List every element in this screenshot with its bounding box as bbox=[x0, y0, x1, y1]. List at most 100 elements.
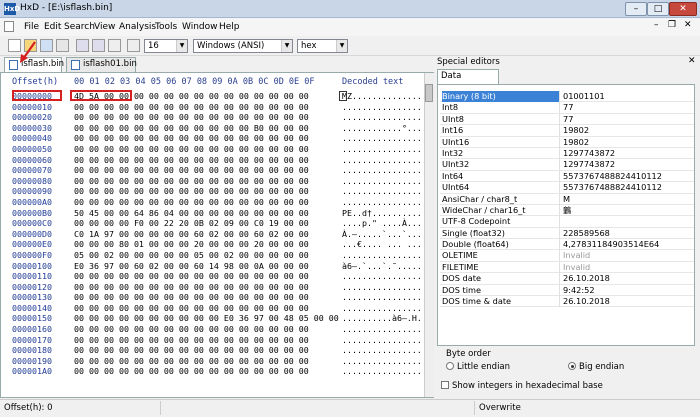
inspector-value[interactable]: 77 bbox=[563, 102, 693, 113]
row-bytes[interactable]: 00 00 00 00 00 00 00 00 00 00 00 00 00 0… bbox=[74, 176, 342, 187]
row-decoded[interactable]: ................ bbox=[342, 186, 422, 197]
row-decoded[interactable]: ................ bbox=[342, 133, 422, 144]
row-decoded[interactable]: MZ.............. bbox=[342, 91, 422, 102]
bytes-per-row-select[interactable]: 16 ▼ bbox=[144, 39, 188, 53]
chevron-down-icon[interactable]: ▼ bbox=[176, 40, 187, 52]
inspector-row[interactable]: FILETIME Invalid bbox=[440, 261, 694, 274]
row-decoded[interactable]: ................ bbox=[342, 250, 422, 261]
row-bytes[interactable]: 50 45 00 00 64 86 04 00 00 00 00 00 00 0… bbox=[74, 208, 342, 219]
number-format-select[interactable]: hex ▼ bbox=[297, 39, 348, 53]
row-bytes[interactable]: 00 00 00 00 F0 00 22 20 0B 02 09 00 C0 1… bbox=[74, 218, 342, 229]
row-bytes[interactable]: 00 00 00 00 00 00 00 00 00 00 00 00 B0 0… bbox=[74, 123, 342, 134]
row-decoded[interactable]: ................ bbox=[342, 155, 422, 166]
row-bytes[interactable]: 00 00 00 00 00 00 00 00 00 00 00 00 00 0… bbox=[74, 303, 342, 314]
inspector-value[interactable]: 77 bbox=[563, 114, 693, 125]
menu-edit[interactable]: Edit bbox=[44, 22, 61, 32]
hex-row[interactable]: 00000100 E0 36 97 00 60 02 00 00 60 14 98… bbox=[12, 261, 422, 272]
menu-window[interactable]: Window bbox=[182, 22, 218, 32]
inspector-value[interactable]: 228589568 bbox=[563, 228, 693, 239]
row-bytes[interactable]: 00 00 00 00 00 00 00 00 00 00 00 00 00 0… bbox=[74, 155, 342, 166]
show-hex-checkbox[interactable]: Show integers in hexadecimal base bbox=[441, 381, 603, 391]
inspector-value[interactable]: 26.10.2018 bbox=[563, 273, 693, 284]
maximize-button[interactable]: □ bbox=[647, 2, 669, 16]
inspector-value[interactable]: 19802 bbox=[563, 137, 693, 148]
charset-select[interactable]: Windows (ANSI) ▼ bbox=[193, 39, 293, 53]
inspector-row[interactable]: UTF-8 Codepoint bbox=[440, 216, 694, 228]
row-bytes[interactable]: 00 00 00 00 00 00 00 00 00 00 00 00 00 0… bbox=[74, 165, 342, 176]
row-bytes[interactable]: 00 00 00 00 00 00 00 00 00 00 00 00 00 0… bbox=[74, 112, 342, 123]
save-all-icon[interactable] bbox=[56, 39, 69, 52]
hex-row[interactable]: 000000B0 50 45 00 00 64 86 04 00 00 00 00… bbox=[12, 208, 422, 219]
row-decoded[interactable]: ................ bbox=[342, 102, 422, 113]
inspector-value[interactable]: 1297743872 bbox=[563, 148, 693, 159]
inspector-value[interactable]: 9:42:52 bbox=[563, 285, 693, 296]
row-decoded[interactable]: ................ bbox=[342, 303, 422, 314]
menu-help[interactable]: Help bbox=[219, 22, 240, 32]
hex-row[interactable]: 00000120 00 00 00 00 00 00 00 00 00 00 00… bbox=[12, 282, 422, 293]
inspector-value[interactable]: 26.10.2018 bbox=[563, 296, 693, 307]
row-bytes[interactable]: 05 00 02 00 00 00 00 00 05 00 02 00 00 0… bbox=[74, 250, 342, 261]
big-endian-radio[interactable]: Big endian bbox=[568, 362, 624, 372]
radio-circle[interactable] bbox=[446, 362, 454, 370]
row-bytes[interactable]: 00 00 00 00 00 00 00 00 00 00 00 00 00 0… bbox=[74, 366, 342, 377]
chevron-down-icon[interactable]: ▼ bbox=[281, 40, 292, 52]
row-decoded[interactable]: ................ bbox=[342, 176, 422, 187]
row-bytes[interactable]: 00 00 00 00 00 00 00 00 00 00 00 00 00 0… bbox=[74, 144, 342, 155]
row-decoded[interactable]: ................ bbox=[342, 282, 422, 293]
row-decoded[interactable]: ....p." ....À... bbox=[342, 218, 422, 229]
inspector-row[interactable]: Int16 19802 bbox=[440, 125, 694, 137]
hex-row[interactable]: 000000C0 00 00 00 00 F0 00 22 20 0B 02 09… bbox=[12, 218, 422, 229]
document-icon[interactable] bbox=[4, 21, 14, 32]
hex-row[interactable]: 00000150 00 00 00 00 00 00 00 00 00 00 E0… bbox=[12, 313, 422, 324]
hex-vertical-scrollbar[interactable] bbox=[424, 73, 434, 397]
hex-row[interactable]: 00000010 00 00 00 00 00 00 00 00 00 00 00… bbox=[12, 102, 422, 113]
hex-row[interactable]: 00000140 00 00 00 00 00 00 00 00 00 00 00… bbox=[12, 303, 422, 314]
row-decoded[interactable]: À.—.....`...`... bbox=[342, 229, 422, 240]
row-bytes[interactable]: 00 00 00 00 00 00 00 00 00 00 00 00 00 0… bbox=[74, 335, 342, 346]
inspector-value[interactable]: 1297743872 bbox=[563, 159, 693, 170]
inspector-value[interactable]: M bbox=[563, 194, 693, 205]
save-icon[interactable] bbox=[40, 39, 53, 52]
inspector-row[interactable]: UInt8 77 bbox=[440, 113, 694, 126]
inspector-value[interactable]: 䴀 bbox=[563, 205, 693, 216]
tab-isflash01[interactable]: isflash01.bin bbox=[66, 57, 137, 72]
row-decoded[interactable]: ................ bbox=[342, 292, 422, 303]
mdi-minimize-button[interactable]: – bbox=[654, 20, 659, 30]
row-decoded[interactable]: ..........à6—.H. bbox=[342, 313, 422, 324]
little-endian-radio[interactable]: Little endian bbox=[446, 362, 510, 372]
row-decoded[interactable]: ................ bbox=[342, 345, 422, 356]
inspector-row[interactable]: UInt64 5573767488824410112 bbox=[440, 182, 694, 194]
row-bytes[interactable]: 00 00 00 00 00 00 00 00 00 00 00 00 00 0… bbox=[74, 356, 342, 367]
row-bytes[interactable]: 00 00 00 00 00 00 00 00 00 00 00 00 00 0… bbox=[74, 292, 342, 303]
hex-row[interactable]: 00000020 00 00 00 00 00 00 00 00 00 00 00… bbox=[12, 112, 422, 123]
hex-row[interactable]: 00000040 00 00 00 00 00 00 00 00 00 00 00… bbox=[12, 133, 422, 144]
row-bytes[interactable]: 00 00 00 00 00 00 00 00 00 00 00 00 00 0… bbox=[74, 186, 342, 197]
disk-editor-icon[interactable] bbox=[76, 39, 89, 52]
inspector-value[interactable]: 5573767488824410112 bbox=[563, 182, 693, 193]
inspector-row[interactable]: Single (float32) 228589568 bbox=[440, 227, 694, 240]
inspector-row[interactable]: AnsiChar / char8_t M bbox=[440, 193, 694, 205]
checkbox-box[interactable] bbox=[441, 381, 449, 389]
toolbar-dropdown-icon[interactable] bbox=[108, 39, 121, 52]
row-decoded[interactable]: ................ bbox=[342, 197, 422, 208]
row-decoded[interactable]: ................ bbox=[342, 165, 422, 176]
inspector-row[interactable]: DOS time & date 26.10.2018 bbox=[440, 296, 694, 308]
row-decoded[interactable]: ...€.... ... ... bbox=[342, 239, 422, 250]
row-bytes[interactable]: 00 00 00 00 00 00 00 00 00 00 00 00 00 0… bbox=[74, 102, 342, 113]
inspector-row[interactable]: Int32 1297743872 bbox=[440, 147, 694, 160]
mdi-restore-button[interactable]: ❐ bbox=[668, 20, 676, 30]
row-bytes[interactable]: 00 00 00 00 00 00 00 00 00 00 00 00 00 0… bbox=[74, 282, 342, 293]
inspector-row[interactable]: OLETIME Invalid bbox=[440, 250, 694, 262]
row-decoded[interactable]: à6—.`...`.˜..... bbox=[342, 261, 422, 272]
hex-row[interactable]: 000000A0 00 00 00 00 00 00 00 00 00 00 00… bbox=[12, 197, 422, 208]
inspector-row[interactable]: WideChar / char16_t 䴀 bbox=[440, 204, 694, 217]
menu-view[interactable]: View bbox=[94, 22, 115, 32]
scrollbar-thumb[interactable] bbox=[425, 84, 433, 102]
ram-editor-icon[interactable] bbox=[92, 39, 105, 52]
minimize-button[interactable]: – bbox=[625, 2, 647, 16]
inspector-value[interactable]: 5573767488824410112 bbox=[563, 171, 693, 182]
inspector-row[interactable]: UInt16 19802 bbox=[440, 136, 694, 148]
row-decoded[interactable]: ............°... bbox=[342, 123, 422, 134]
row-bytes[interactable]: 00 00 00 00 00 00 00 00 00 00 00 00 00 0… bbox=[74, 197, 342, 208]
inspector-row[interactable]: Binary (8 bit) 01001101 bbox=[440, 91, 694, 103]
